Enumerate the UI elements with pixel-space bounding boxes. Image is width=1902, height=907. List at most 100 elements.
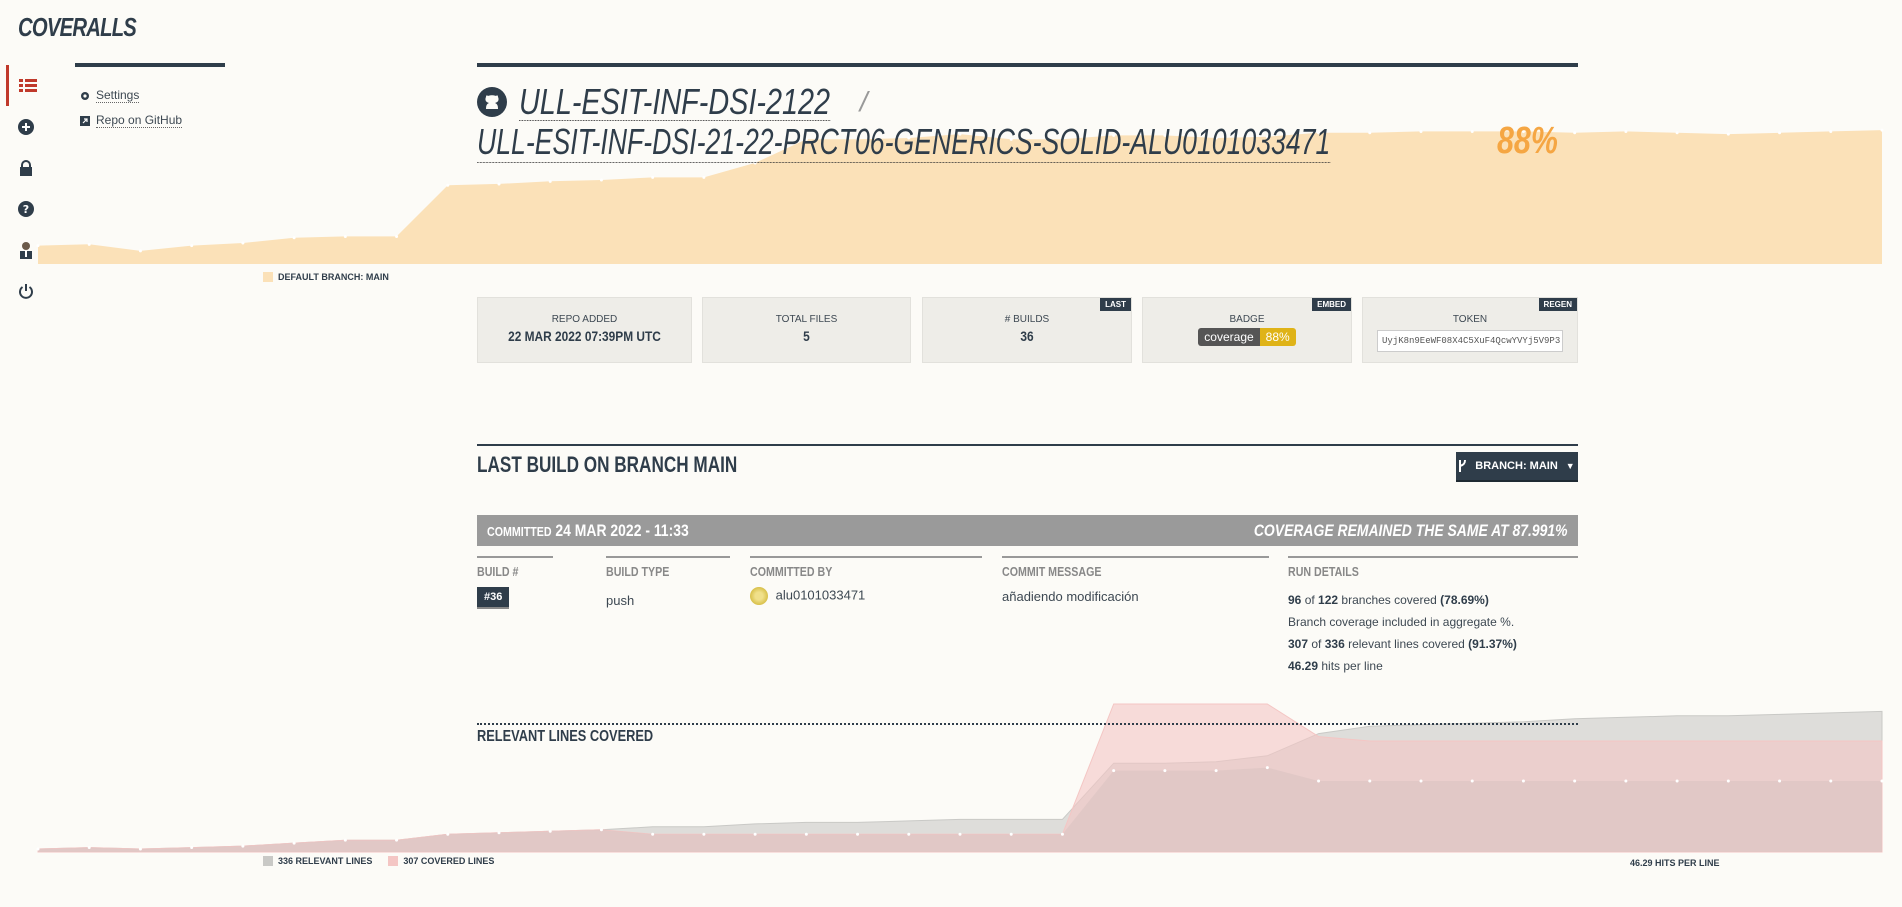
github-repo-label: Repo on GitHub bbox=[96, 113, 183, 128]
build-type-value: push bbox=[606, 593, 635, 608]
coverage-point[interactable] bbox=[599, 178, 603, 182]
lines-point[interactable] bbox=[1419, 779, 1423, 783]
relevant-lines-title: RELEVANT LINES COVERED bbox=[477, 728, 654, 745]
coverage-point[interactable] bbox=[702, 175, 706, 179]
coverage-percentage: 88% bbox=[1497, 120, 1558, 162]
lines-point[interactable] bbox=[497, 831, 501, 835]
lines-point[interactable] bbox=[856, 832, 860, 836]
lines-point[interactable] bbox=[446, 832, 450, 836]
power-icon[interactable] bbox=[6, 270, 46, 311]
coverage-point[interactable] bbox=[1778, 131, 1782, 135]
lines-point[interactable] bbox=[241, 844, 245, 848]
lines-point[interactable] bbox=[907, 832, 911, 836]
embed-tag[interactable]: EMBED bbox=[1312, 298, 1351, 311]
build-type-header: BUILD TYPE bbox=[606, 564, 670, 579]
question-icon[interactable]: ? bbox=[6, 188, 46, 229]
lines-point[interactable] bbox=[1317, 779, 1321, 783]
branch-coverage-note: Branch coverage included in aggregate %. bbox=[1288, 615, 1515, 629]
lines-point[interactable] bbox=[138, 847, 142, 851]
committed-by-header: COMMITTED BY bbox=[750, 564, 833, 579]
coverage-badge[interactable]: coverage 88% bbox=[1198, 328, 1296, 346]
settings-link[interactable]: Settings bbox=[80, 88, 182, 103]
coverage-point[interactable] bbox=[395, 234, 399, 238]
lines-point[interactable] bbox=[651, 832, 655, 836]
lines-point[interactable] bbox=[1624, 779, 1628, 783]
branch-icon bbox=[1459, 460, 1467, 472]
build-number-col: BUILD # #36 bbox=[477, 556, 553, 607]
lines-point[interactable] bbox=[599, 828, 603, 832]
coverage-point[interactable] bbox=[1829, 129, 1833, 133]
coverage-point[interactable] bbox=[497, 182, 501, 186]
branch-select-button[interactable]: BRANCH: MAIN ▼ bbox=[1456, 452, 1578, 480]
coverage-point[interactable] bbox=[292, 236, 296, 240]
lines-point[interactable] bbox=[87, 846, 91, 850]
lines-point[interactable] bbox=[1726, 779, 1730, 783]
list-icon[interactable] bbox=[6, 65, 46, 106]
lines-point[interactable] bbox=[958, 832, 962, 836]
lines-point[interactable] bbox=[1214, 769, 1218, 773]
coverage-point[interactable] bbox=[190, 244, 194, 248]
build-number-link[interactable]: #36 bbox=[477, 587, 510, 607]
repo-title: ULL-ESIT-INF-DSI-2122 / ULL-ESIT-INF-DSI… bbox=[477, 82, 1630, 163]
repo-added-label: REPO ADDED bbox=[551, 314, 618, 325]
lines-point[interactable] bbox=[190, 846, 194, 850]
total-files-label: TOTAL FILES bbox=[775, 314, 838, 325]
coverage-change-message: COVERAGE REMAINED THE SAME AT 87.991% bbox=[1254, 520, 1568, 540]
lines-point[interactable] bbox=[1112, 769, 1116, 773]
lines-point[interactable] bbox=[548, 829, 552, 833]
lines-point[interactable] bbox=[343, 838, 347, 842]
commit-message-value: añadiendo modificación bbox=[1002, 589, 1139, 604]
last-build-divider bbox=[477, 444, 1578, 446]
gear-icon bbox=[81, 91, 89, 100]
lines-point[interactable] bbox=[395, 838, 399, 842]
lines-point[interactable] bbox=[1675, 779, 1679, 783]
coveralls-logo[interactable]: COVERALLS bbox=[18, 12, 137, 43]
coverage-point[interactable] bbox=[1675, 131, 1679, 135]
lines-point[interactable] bbox=[1470, 779, 1474, 783]
coverage-point[interactable] bbox=[1880, 128, 1884, 132]
lines-point[interactable] bbox=[1060, 832, 1064, 836]
lines-point[interactable] bbox=[1573, 779, 1577, 783]
badge-label: BADGE bbox=[1229, 314, 1265, 325]
lines-point[interactable] bbox=[292, 841, 296, 845]
lines-point[interactable] bbox=[1880, 779, 1884, 783]
sidebar-links: Settings Repo on GitHub bbox=[80, 88, 183, 138]
lines-point[interactable] bbox=[702, 832, 706, 836]
commit-message-header: COMMIT MESSAGE bbox=[1002, 564, 1102, 579]
repo-org-link[interactable]: ULL-ESIT-INF-DSI-2122 bbox=[519, 83, 831, 121]
lines-point[interactable] bbox=[1521, 779, 1525, 783]
builds-value: 36 bbox=[1020, 328, 1034, 344]
lines-point[interactable] bbox=[1778, 779, 1782, 783]
coverage-point[interactable] bbox=[548, 179, 552, 183]
branch-button-label: BRANCH: MAIN bbox=[1475, 460, 1558, 472]
coverage-point[interactable] bbox=[651, 175, 655, 179]
coverage-point[interactable] bbox=[241, 241, 245, 245]
repo-name-link[interactable]: ULL-ESIT-INF-DSI-21-22-PRCT06-GENERICS-S… bbox=[477, 122, 1331, 163]
coverage-point[interactable] bbox=[446, 183, 450, 187]
hits-per-line: 46.29 hits per line bbox=[1288, 659, 1383, 673]
lines-point[interactable] bbox=[1265, 766, 1269, 770]
left-rail-nav: ? bbox=[6, 65, 46, 311]
coverage-point[interactable] bbox=[1726, 132, 1730, 136]
plus-circle-icon[interactable] bbox=[6, 106, 46, 147]
regen-tag[interactable]: REGEN bbox=[1538, 298, 1577, 311]
committer-name[interactable]: alu0101033471 bbox=[776, 587, 866, 602]
token-field[interactable]: UyjK8n9EeWF08X4C5XuF4QcwYVYj5V9P3 bbox=[1377, 330, 1563, 352]
settings-label: Settings bbox=[96, 88, 140, 103]
lock-icon[interactable] bbox=[6, 147, 46, 188]
lines-point[interactable] bbox=[753, 832, 757, 836]
lines-covered-line: 307 of 336 relevant lines covered (91.37… bbox=[1288, 637, 1517, 651]
coverage-point[interactable] bbox=[87, 242, 91, 246]
coverage-point[interactable] bbox=[138, 249, 142, 253]
user-avatar[interactable] bbox=[6, 229, 46, 270]
last-build-tag[interactable]: LAST bbox=[1100, 298, 1131, 311]
lines-point[interactable] bbox=[36, 847, 40, 851]
lines-point[interactable] bbox=[1829, 779, 1833, 783]
badge-left: coverage bbox=[1198, 328, 1260, 346]
lines-point[interactable] bbox=[1368, 779, 1372, 783]
coverage-point[interactable] bbox=[343, 234, 347, 238]
lines-point[interactable] bbox=[1009, 832, 1013, 836]
lines-point[interactable] bbox=[804, 832, 808, 836]
lines-point[interactable] bbox=[1163, 769, 1167, 773]
github-repo-link[interactable]: Repo on GitHub bbox=[80, 113, 183, 128]
